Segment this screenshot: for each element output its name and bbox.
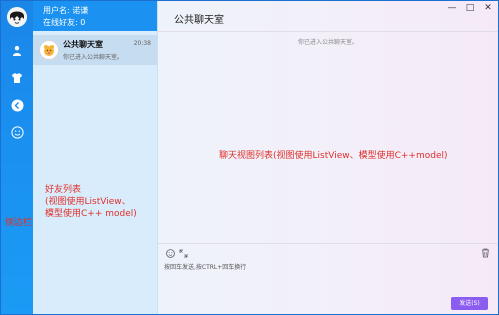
friend-name: 公共聊天室 — [63, 40, 103, 49]
friend-last-message: 你已进入公共聊天室。 — [63, 54, 124, 61]
chat-panel: 公共聊天室 — □ ✕ 你已进入公共聊天室。 聊天视图列表(视图使用ListVi… — [158, 1, 498, 314]
emoji-icon[interactable] — [165, 248, 175, 258]
friend-list-annotation: 好友列表 (视图使用ListView、 模型使用C++ model) — [45, 184, 137, 220]
online-count-label: 在线好友: 0 — [43, 18, 86, 27]
system-message: 你已进入公共聊天室。 — [297, 39, 358, 46]
friend-list-annotation-line: (视图使用ListView、 — [45, 197, 131, 207]
friend-list-panel: 用户名: 诺谦 在线好友: 0 公共聊天室 20:38 你已进入公共聊天室。 好… — [33, 1, 158, 314]
divider — [158, 31, 498, 32]
friend-list-annotation-line: 模型使用C++ model) — [45, 209, 137, 219]
chatroom-icon — [44, 45, 54, 56]
avatar-icon — [7, 7, 27, 27]
chatroom-avatar — [39, 40, 59, 60]
maximize-button[interactable]: □ — [464, 3, 476, 13]
sidebar-rail: 侧边栏 — [1, 1, 33, 314]
user-header: 用户名: 诺谦 在线好友: 0 — [33, 1, 157, 31]
user-icon[interactable] — [10, 44, 24, 58]
trash-icon[interactable] — [480, 248, 490, 258]
list-item[interactable]: 公共聊天室 20:38 你已进入公共聊天室。 — [33, 35, 157, 65]
friend-list-annotation-line: 好友列表 — [45, 185, 82, 195]
friend-time: 20:38 — [133, 40, 151, 47]
emoji-icon[interactable] — [10, 125, 24, 139]
sidebar-annotation: 侧边栏 — [5, 218, 33, 228]
back-arrow-icon[interactable] — [10, 98, 24, 112]
page-title: 公共聊天室 — [174, 15, 224, 26]
expand-icon[interactable] — [178, 248, 188, 258]
close-button[interactable]: ✕ — [482, 3, 494, 13]
username-label: 用户名: 诺谦 — [43, 6, 89, 15]
avatar[interactable] — [7, 7, 27, 27]
send-button[interactable]: 发送(S) — [451, 297, 488, 310]
input-hint[interactable]: 按回车发送,按CTRL+回车换行 — [164, 262, 246, 271]
window-controls: — □ ✕ — [446, 3, 494, 13]
chat-window: 侧边栏 用户名: 诺谦 在线好友: 0 公共聊天室 20:38 你已进入公共聊天… — [0, 0, 499, 315]
divider — [158, 243, 498, 244]
shirt-icon[interactable] — [10, 71, 24, 85]
chat-view-annotation: 聊天视图列表(视图使用ListView、模型使用C++model) — [219, 151, 448, 161]
minimize-button[interactable]: — — [446, 3, 458, 13]
